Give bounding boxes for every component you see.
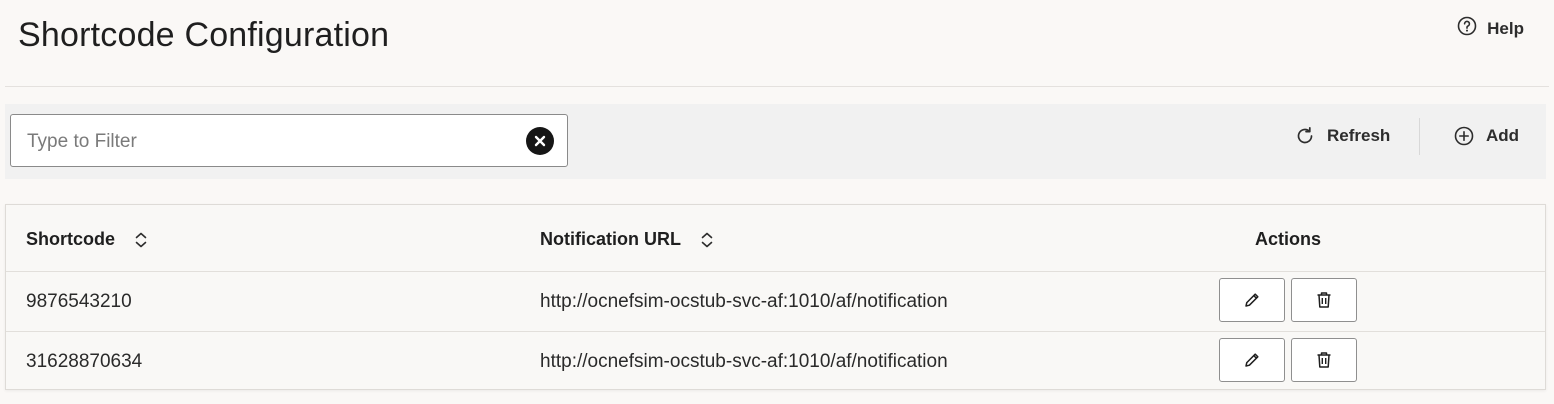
help-button[interactable]: Help: [1457, 16, 1524, 41]
column-header-label: Actions: [1255, 229, 1322, 249]
column-header-actions: Actions: [1255, 229, 1321, 250]
table-row[interactable]: 9876543210 http://ocnefsim-ocstub-svc-af…: [6, 271, 1545, 332]
help-label: Help: [1487, 18, 1524, 38]
help-circle-icon: [1457, 16, 1477, 41]
column-header-label: Shortcode: [26, 229, 116, 249]
trash-icon: [1314, 350, 1334, 370]
sort-icon[interactable]: [699, 231, 715, 249]
column-header-notification-url[interactable]: Notification URL: [540, 229, 715, 250]
add-label: Add: [1486, 126, 1520, 145]
toolbar: Refresh Add: [5, 104, 1546, 179]
filter-input[interactable]: [25, 115, 509, 168]
header-divider: [5, 86, 1549, 87]
notification-url-cell: http://ocnefsim-ocstub-svc-af:1010/af/no…: [540, 291, 948, 312]
sort-icon[interactable]: [133, 231, 149, 249]
refresh-button[interactable]: Refresh: [1295, 126, 1390, 146]
clear-filter-button[interactable]: [526, 127, 554, 155]
shortcode-configuration-page: Shortcode Configuration Help Refresh: [0, 0, 1554, 404]
column-header-shortcode[interactable]: Shortcode: [26, 229, 149, 250]
add-circle-icon: [1454, 126, 1474, 146]
toolbar-separator: [1419, 118, 1420, 155]
pencil-icon: [1242, 350, 1262, 370]
shortcode-cell: 31628870634: [26, 351, 143, 372]
notification-url-cell: http://ocnefsim-ocstub-svc-af:1010/af/no…: [540, 351, 948, 372]
refresh-icon: [1295, 126, 1315, 146]
table-row[interactable]: 31628870634 http://ocnefsim-ocstub-svc-a…: [6, 331, 1545, 391]
filter-field: [10, 114, 568, 168]
pencil-icon: [1242, 290, 1262, 310]
delete-button[interactable]: [1291, 338, 1357, 382]
shortcode-cell: 9876543210: [26, 291, 132, 312]
page-title: Shortcode Configuration: [18, 16, 390, 54]
clear-x-icon: [533, 134, 547, 148]
refresh-label: Refresh: [1327, 126, 1391, 145]
delete-button[interactable]: [1291, 278, 1357, 322]
column-header-label: Notification URL: [540, 229, 681, 249]
edit-button[interactable]: [1219, 338, 1285, 382]
edit-button[interactable]: [1219, 278, 1285, 322]
shortcode-table: Shortcode Notification URL Actions 98765…: [5, 204, 1546, 390]
add-button[interactable]: Add: [1454, 126, 1519, 146]
trash-icon: [1314, 290, 1334, 310]
table-header: Shortcode Notification URL Actions: [6, 205, 1545, 272]
